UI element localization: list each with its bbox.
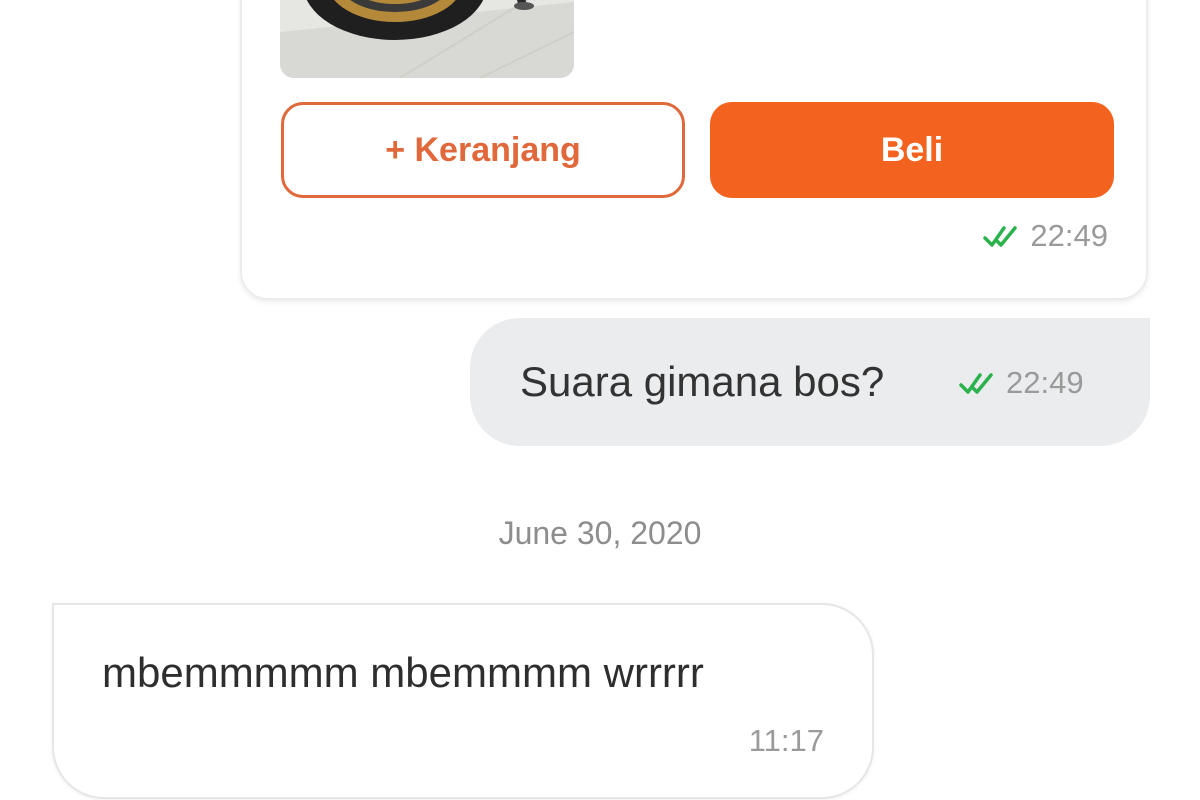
buy-button[interactable]: Beli — [710, 102, 1114, 198]
outgoing-message-bubble[interactable]: Suara gimana bos? 22:49 — [470, 318, 1150, 446]
message-meta: 22:49 — [982, 218, 1108, 254]
message-text: Suara gimana bos? — [520, 358, 885, 405]
date-separator: June 30, 2020 — [498, 515, 702, 551]
message-time: 22:49 — [1006, 365, 1084, 400]
add-to-cart-button[interactable]: + Keranjang — [281, 102, 685, 198]
double-check-icon — [983, 226, 1018, 247]
message-text: mbemmmmm mbemmmm wrrrrr — [102, 649, 704, 696]
scooter-wheel-icon — [280, 0, 574, 78]
message-meta: 22:49 — [958, 365, 1084, 401]
double-check-icon — [959, 373, 993, 394]
message-meta: 11:17 — [749, 723, 824, 759]
product-card-message[interactable]: + Keranjang Beli 22:49 — [240, 0, 1148, 300]
message-time: 11:17 — [748, 723, 824, 758]
message-time: 22:49 — [1030, 218, 1108, 253]
product-image[interactable] — [280, 0, 574, 78]
chat-screen: + Keranjang Beli 22:49 Suara gimana bos?… — [0, 0, 1200, 800]
incoming-message-bubble[interactable]: mbemmmmm mbemmmm wrrrrr 11:17 — [52, 603, 874, 799]
